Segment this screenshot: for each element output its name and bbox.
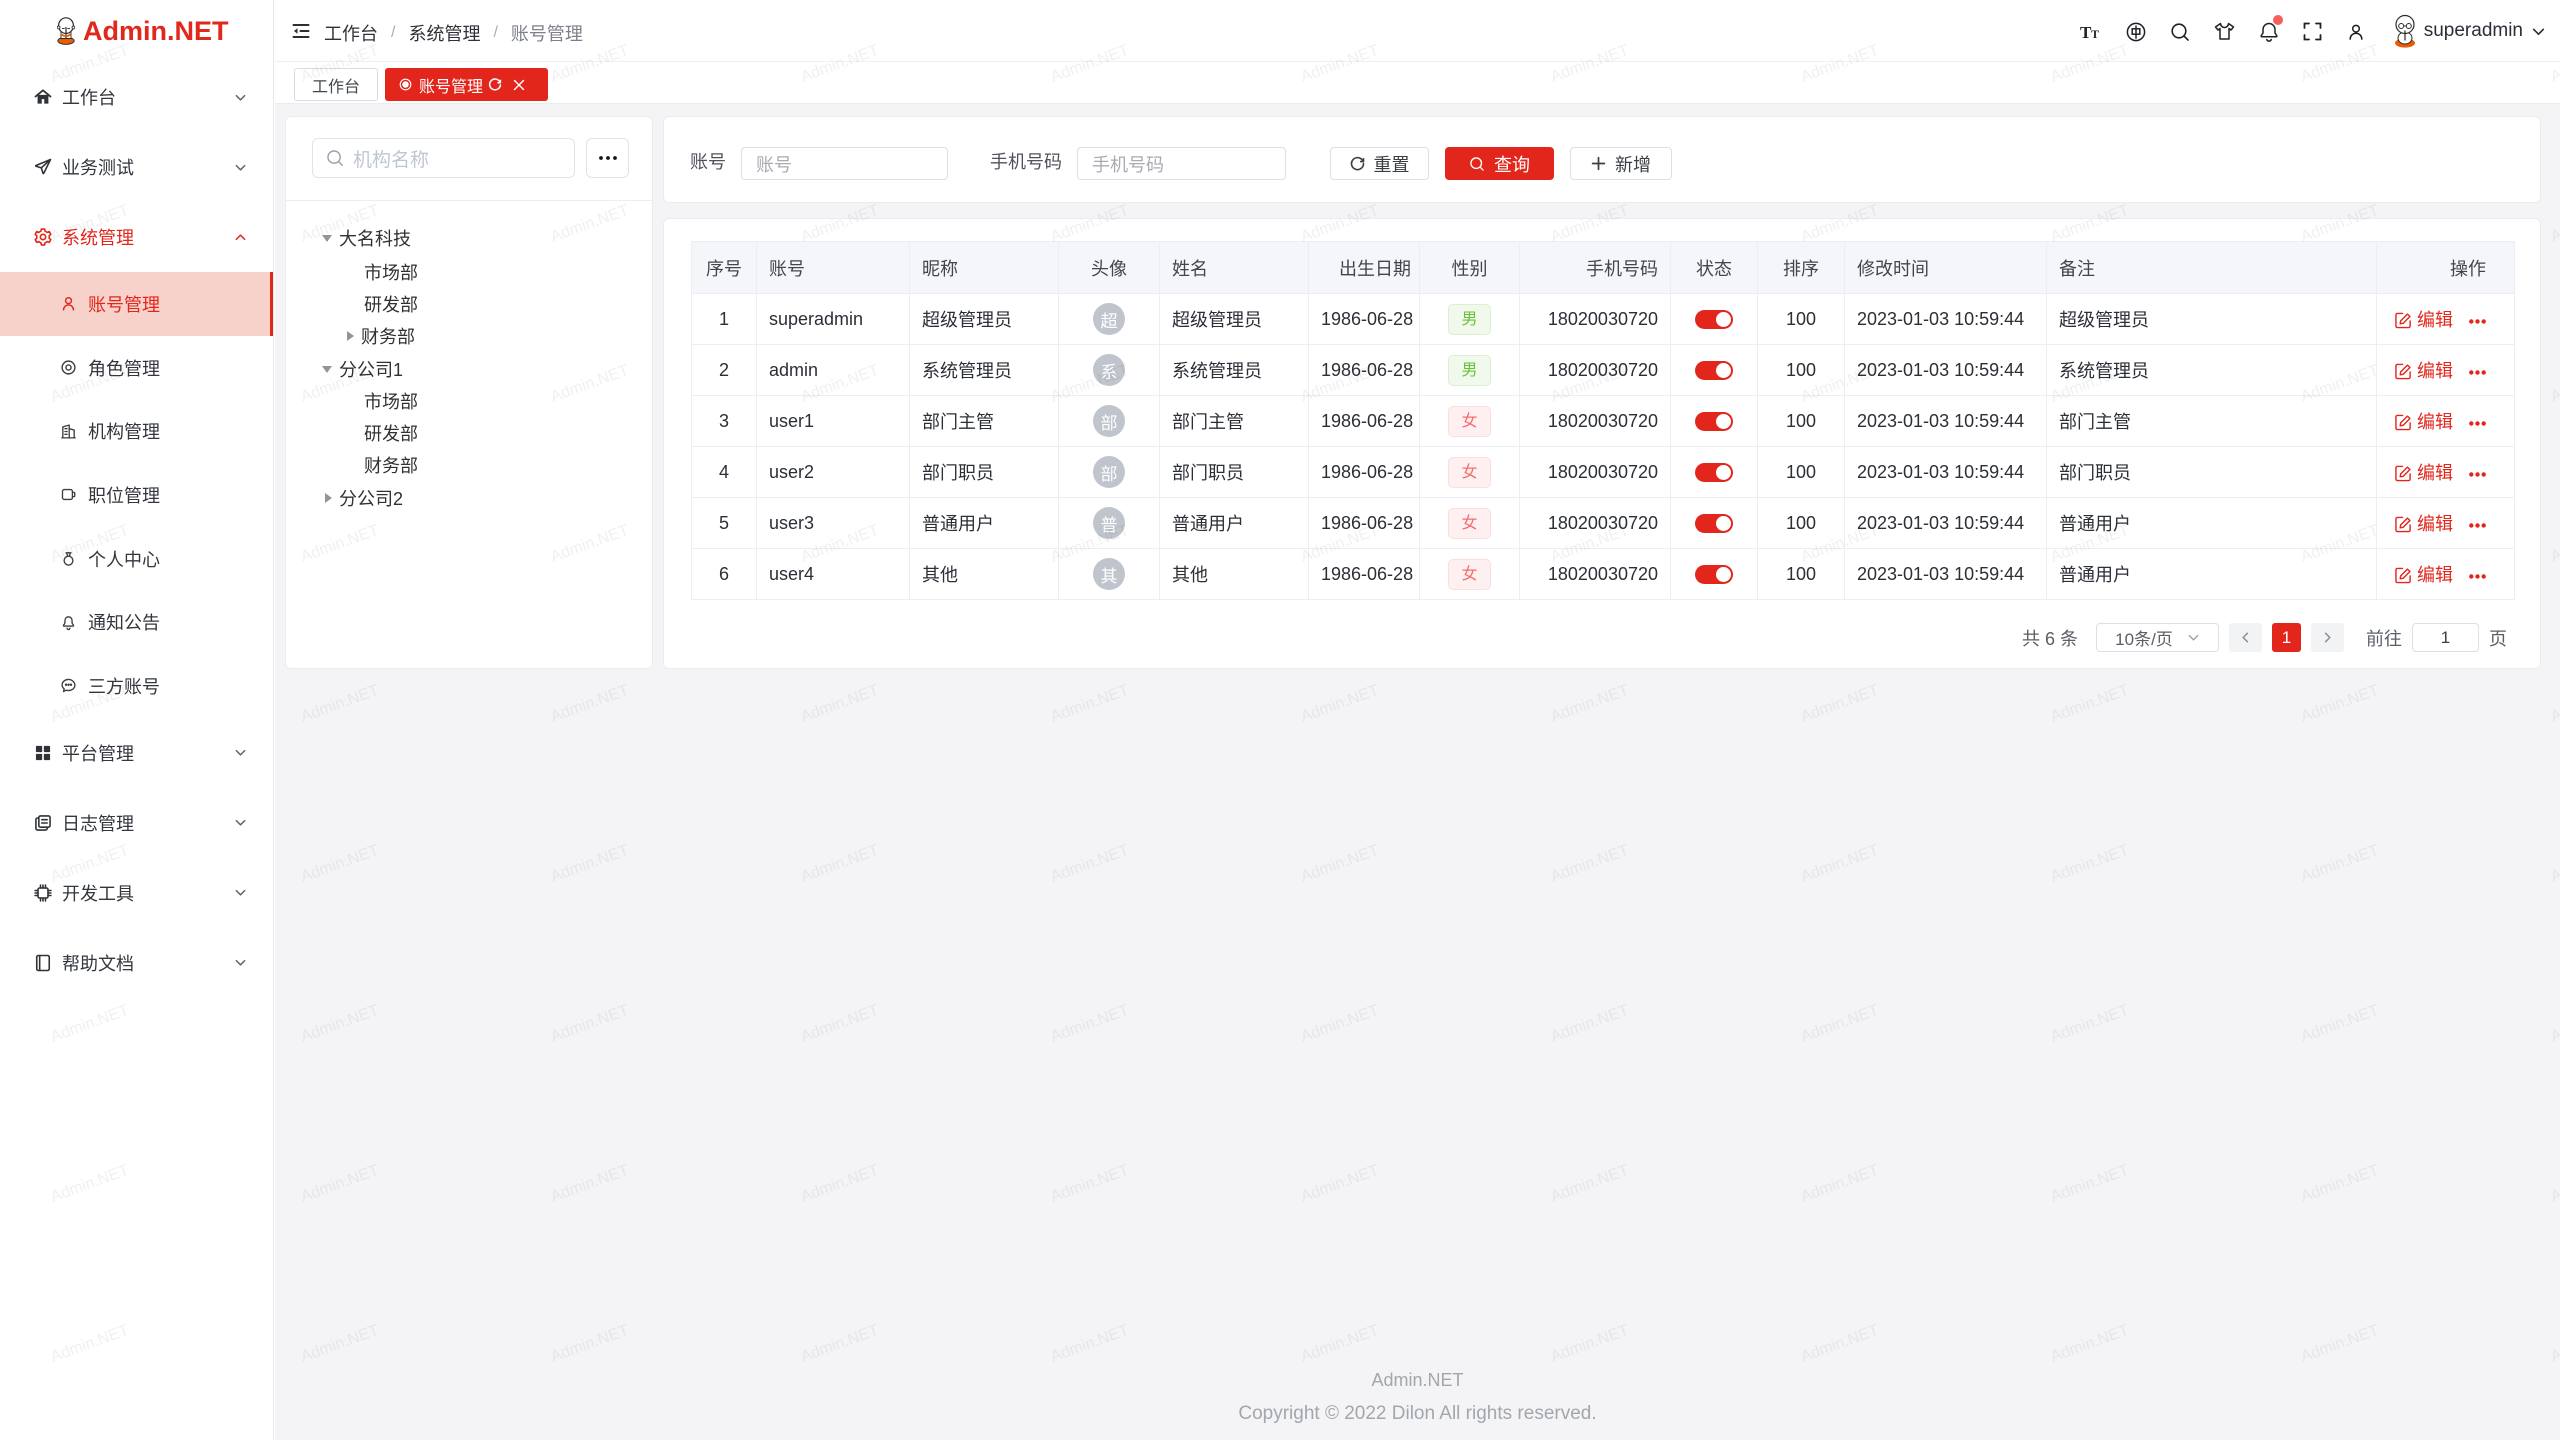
svg-text:T: T <box>2091 27 2099 41</box>
